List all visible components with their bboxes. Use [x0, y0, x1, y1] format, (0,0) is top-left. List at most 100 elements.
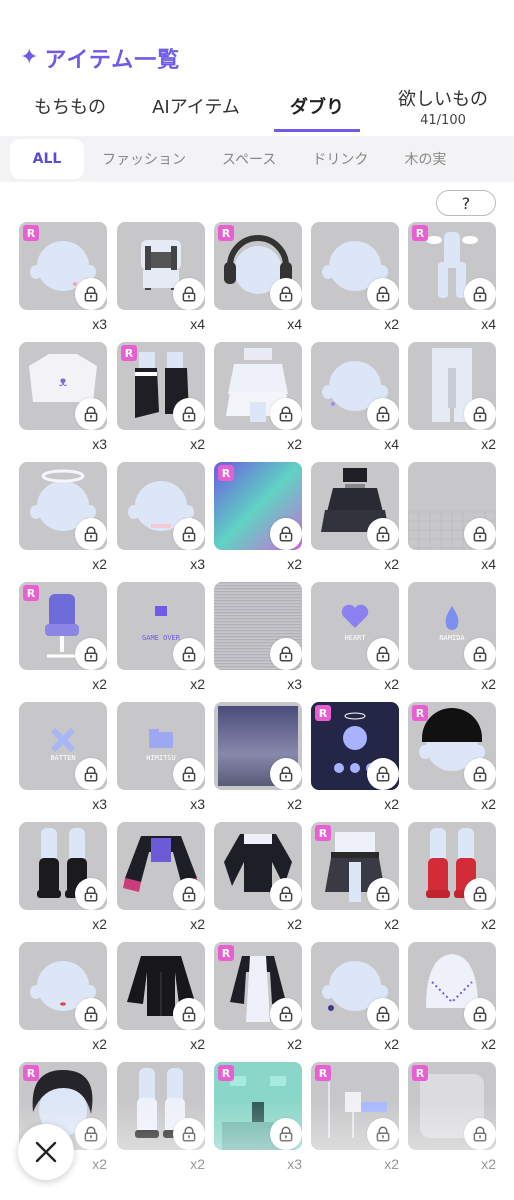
item-card[interactable]: Rx2	[19, 582, 107, 692]
lock-icon[interactable]	[367, 1118, 399, 1150]
item-thumbnail	[214, 582, 302, 670]
item-card[interactable]: HEARTHEART x2	[311, 582, 399, 692]
lock-icon[interactable]	[75, 638, 107, 670]
item-card[interactable]: Rx4	[408, 222, 496, 332]
lock-icon[interactable]	[367, 878, 399, 910]
close-button[interactable]	[18, 1124, 74, 1180]
lock-icon[interactable]	[75, 398, 107, 430]
item-count: x3	[287, 676, 302, 692]
lock-icon[interactable]	[367, 278, 399, 310]
lock-icon[interactable]	[367, 638, 399, 670]
lock-icon[interactable]	[367, 758, 399, 790]
item-card[interactable]: Rx2	[311, 1062, 399, 1172]
lock-icon[interactable]	[464, 878, 496, 910]
lock-icon[interactable]	[464, 518, 496, 550]
lock-icon[interactable]	[173, 638, 205, 670]
lock-icon[interactable]	[173, 518, 205, 550]
lock-icon[interactable]	[464, 398, 496, 430]
item-thumbnail: R	[408, 702, 496, 790]
item-card[interactable]: x3	[117, 462, 205, 572]
item-card[interactable]: NAMIDANAMIDA x2	[408, 582, 496, 692]
item-card[interactable]: Rx4	[214, 222, 302, 332]
item-card[interactable]: Rx2	[408, 702, 496, 812]
lock-icon[interactable]	[270, 638, 302, 670]
item-card[interactable]: x2	[311, 462, 399, 572]
rare-badge: R	[23, 225, 39, 241]
lock-icon[interactable]	[75, 758, 107, 790]
item-card[interactable]: x2	[311, 222, 399, 332]
item-card[interactable]: x2	[117, 1062, 205, 1172]
item-card[interactable]: Rx2	[311, 702, 399, 812]
lock-icon[interactable]	[173, 278, 205, 310]
lock-icon[interactable]	[173, 878, 205, 910]
item-card[interactable]: BATTENBATTEN x3	[19, 702, 107, 812]
lock-icon[interactable]	[464, 278, 496, 310]
lock-icon[interactable]	[173, 398, 205, 430]
lock-icon[interactable]	[75, 518, 107, 550]
item-card[interactable]: x2	[311, 942, 399, 1052]
lock-icon[interactable]	[270, 1118, 302, 1150]
tab-ai-items[interactable]: AIアイテム	[146, 80, 246, 132]
category-space[interactable]: スペース	[204, 139, 294, 179]
lock-icon[interactable]	[464, 638, 496, 670]
item-card[interactable]: x4	[408, 462, 496, 572]
lock-icon[interactable]	[464, 758, 496, 790]
item-card[interactable]: x3	[214, 582, 302, 692]
lock-icon[interactable]	[173, 1118, 205, 1150]
item-card[interactable]: x2	[19, 822, 107, 932]
lock-icon[interactable]	[173, 998, 205, 1030]
lock-icon[interactable]	[367, 518, 399, 550]
lock-icon[interactable]	[270, 518, 302, 550]
item-card[interactable]: Rx3	[214, 1062, 302, 1172]
item-card[interactable]: x2	[408, 822, 496, 932]
item-card[interactable]: x2	[214, 342, 302, 452]
item-card[interactable]: Rx2	[408, 1062, 496, 1172]
item-count: x2	[481, 436, 496, 452]
category-drink[interactable]: ドリンク	[294, 139, 386, 179]
item-card[interactable]: x2	[214, 702, 302, 812]
lock-icon[interactable]	[270, 998, 302, 1030]
tab-mochimono[interactable]: もちもの	[24, 80, 116, 132]
category-nuts[interactable]: 木の実	[386, 139, 464, 179]
lock-icon[interactable]	[367, 998, 399, 1030]
lock-icon[interactable]	[270, 878, 302, 910]
lock-icon[interactable]	[173, 758, 205, 790]
item-card[interactable]: Rx2	[214, 462, 302, 572]
tab-duplicates[interactable]: ダブり	[274, 80, 360, 132]
item-card[interactable]: ᴥ x3	[19, 342, 107, 452]
lock-icon[interactable]	[270, 398, 302, 430]
category-fashion[interactable]: ファッション	[84, 139, 204, 179]
item-card[interactable]: x2	[408, 942, 496, 1052]
lock-icon[interactable]	[464, 998, 496, 1030]
lock-icon[interactable]	[367, 398, 399, 430]
lock-icon[interactable]	[75, 1118, 107, 1150]
lock-icon[interactable]	[464, 1118, 496, 1150]
lock-icon[interactable]	[75, 998, 107, 1030]
item-count: x4	[481, 316, 496, 332]
item-card[interactable]: Rx2	[117, 342, 205, 452]
lock-icon[interactable]	[270, 758, 302, 790]
item-card[interactable]: x2	[117, 942, 205, 1052]
item-card[interactable]: x2	[19, 462, 107, 572]
item-card[interactable]: x4	[117, 222, 205, 332]
item-card[interactable]: Rx2	[214, 942, 302, 1052]
item-count: x2	[481, 796, 496, 812]
item-card[interactable]: GAME OVERGAME OVER x2	[117, 582, 205, 692]
item-thumbnail	[117, 222, 205, 310]
item-card[interactable]: x2	[117, 822, 205, 932]
item-card[interactable]: x4	[311, 342, 399, 452]
item-card[interactable]: Rx2	[311, 822, 399, 932]
rare-badge: R	[412, 1065, 428, 1081]
item-card[interactable]: Rx3	[19, 222, 107, 332]
item-card[interactable]: x2	[408, 342, 496, 452]
lock-icon[interactable]	[75, 878, 107, 910]
item-card[interactable]: HIMITSUHIMITSU x3	[117, 702, 205, 812]
item-card[interactable]: x2	[214, 822, 302, 932]
category-all[interactable]: ALL	[10, 139, 84, 179]
item-card[interactable]: x2	[19, 942, 107, 1052]
lock-icon[interactable]	[270, 278, 302, 310]
lock-icon[interactable]	[75, 278, 107, 310]
help-button[interactable]: ?	[436, 190, 496, 216]
item-count: x2	[481, 1036, 496, 1052]
tab-wishlist[interactable]: 欲しいもの 41/100	[392, 80, 494, 132]
